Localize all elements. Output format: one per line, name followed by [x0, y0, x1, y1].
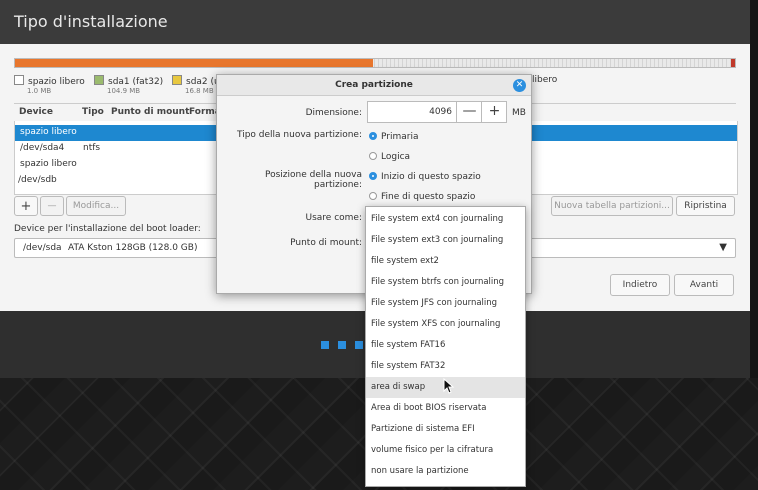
disk-end-segment — [731, 59, 735, 67]
increment-button[interactable]: + — [481, 102, 507, 122]
position-label: Posizione della nuova partizione: — [264, 170, 362, 190]
dialog-title: Crea partizione — [217, 75, 531, 96]
legend-item-sda1: sda1 (fat32) 104.9 MB — [94, 75, 163, 95]
dropdown-option[interactable]: Partizione di sistema EFI — [366, 419, 525, 440]
close-icon[interactable]: ✕ — [513, 79, 526, 92]
dropdown-option[interactable]: File system btrfs con journaling — [366, 272, 525, 293]
new-partition-table-button[interactable]: Nuova tabella partizioni... — [551, 196, 673, 216]
dropdown-option[interactable]: file system FAT32 — [366, 356, 525, 377]
radio-checked-icon — [369, 132, 377, 140]
radio-end[interactable]: Fine di questo spazio — [369, 192, 475, 202]
column-device[interactable]: Device — [19, 107, 53, 117]
radio-unchecked-icon — [369, 152, 377, 160]
column-mount[interactable]: Punto di mount — [111, 107, 189, 117]
progress-dot — [355, 341, 363, 349]
dropdown-option[interactable]: File system XFS con journaling — [366, 314, 525, 335]
page-title: Tipo d'installazione — [14, 12, 168, 31]
column-type[interactable]: Tipo — [82, 107, 104, 117]
chevron-down-icon: ▼ — [719, 242, 727, 253]
dropdown-option[interactable]: file system ext2 — [366, 251, 525, 272]
modify-partition-button[interactable]: Modifica... — [66, 196, 126, 216]
size-stepper[interactable]: 4096 — + — [367, 101, 507, 123]
type-label: Tipo della nuova partizione: — [236, 130, 362, 140]
decrement-button[interactable]: — — [456, 102, 482, 122]
dropdown-option[interactable]: non usare la partizione — [366, 461, 525, 482]
progress-dot — [321, 341, 329, 349]
dropdown-option[interactable]: File system ext4 con journaling — [366, 209, 525, 230]
dropdown-option[interactable]: file system FAT16 — [366, 335, 525, 356]
legend-item-free: spazio libero 1.0 MB — [14, 75, 85, 95]
mouse-cursor-icon — [443, 378, 455, 394]
legend-item-sda2: sda2 (u 16.8 MB — [172, 75, 220, 95]
legend-swatch — [172, 75, 182, 85]
radio-checked-icon — [369, 172, 377, 180]
size-value[interactable]: 4096 — [429, 107, 452, 117]
legend-item-free-2: libero — [532, 75, 558, 85]
radio-unchecked-icon — [369, 192, 377, 200]
revert-button[interactable]: Ripristina — [676, 196, 735, 216]
legend-swatch — [94, 75, 104, 85]
use-as-label: Usare come: — [305, 213, 362, 223]
dropdown-option[interactable]: File system ext3 con journaling — [366, 230, 525, 251]
radio-primary[interactable]: Primaria — [369, 132, 418, 142]
dropdown-option[interactable]: File system JFS con journaling — [366, 293, 525, 314]
bootloader-label: Device per l'installazione del boot load… — [14, 224, 201, 234]
disk-used-segment — [15, 59, 373, 67]
next-button[interactable]: Avanti — [674, 274, 734, 296]
radio-start[interactable]: Inizio di questo spazio — [369, 172, 481, 182]
dropdown-option[interactable]: Area di boot BIOS riservata — [366, 398, 525, 419]
legend-swatch — [14, 75, 24, 85]
use-as-dropdown: File system ext4 con journaling File sys… — [365, 206, 526, 487]
radio-logical[interactable]: Logica — [369, 152, 410, 162]
back-button[interactable]: Indietro — [610, 274, 670, 296]
remove-partition-button[interactable]: — — [40, 196, 64, 216]
dropdown-option[interactable]: volume fisico per la cifratura — [366, 440, 525, 461]
size-label: Dimensione: — [305, 108, 362, 118]
disk-usage-bar — [14, 58, 736, 68]
progress-dot — [338, 341, 346, 349]
add-partition-button[interactable]: + — [14, 196, 38, 216]
size-unit: MB — [512, 108, 526, 118]
mount-point-label: Punto di mount: — [290, 238, 362, 248]
